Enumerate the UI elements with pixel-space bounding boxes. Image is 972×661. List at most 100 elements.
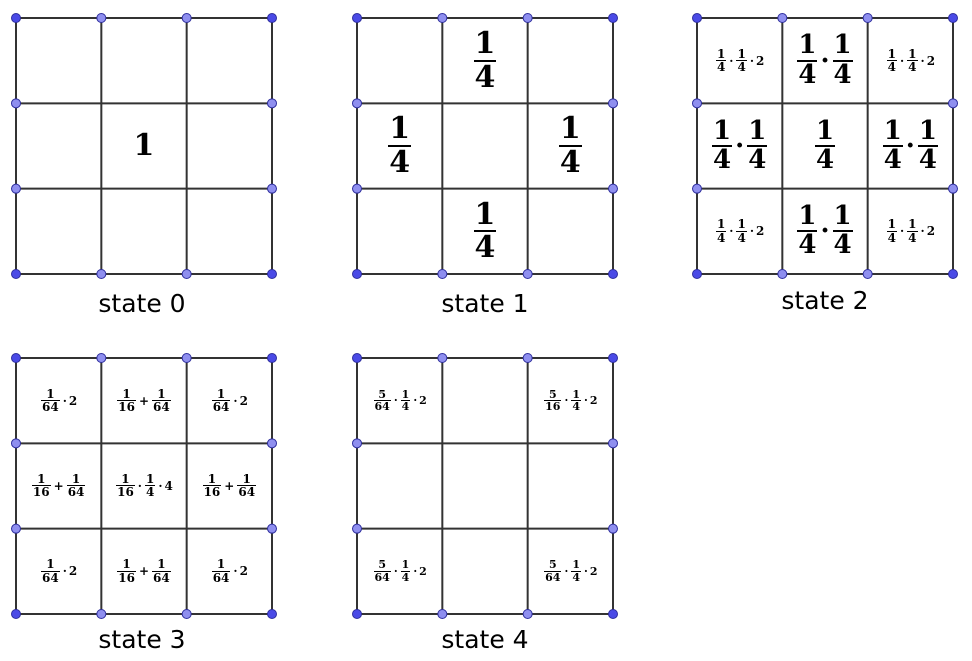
operator: · xyxy=(62,564,67,579)
cell-value: 1 xyxy=(101,103,186,188)
corner-vertex xyxy=(11,13,21,23)
denominator: 64 xyxy=(373,570,391,584)
edge-vertex xyxy=(181,13,192,23)
numerator: 1 xyxy=(815,115,835,146)
operator: · xyxy=(62,393,67,408)
state-caption: state 0 xyxy=(98,289,186,318)
cell-value: 1 4 · 1 4 · 2 xyxy=(697,189,782,274)
numerator: 1 xyxy=(559,111,581,147)
state-caption: state 3 xyxy=(98,625,186,654)
state-caption: state 1 xyxy=(441,289,529,318)
edge-vertex xyxy=(11,98,21,109)
numerator: 1 xyxy=(157,386,166,401)
denominator: 4 xyxy=(571,400,581,414)
state-panel-0: 1 xyxy=(11,13,277,279)
number: 2 xyxy=(419,394,427,408)
math-expression: 14 xyxy=(473,28,498,93)
fraction: 1 64 xyxy=(66,473,86,499)
operator: · xyxy=(564,564,569,578)
cell-value: 1 64 · 2 xyxy=(16,358,101,443)
denominator: 64 xyxy=(544,570,562,584)
denominator: 16 xyxy=(31,485,51,500)
math-expression: 5 64 · 1 4 · 2 xyxy=(373,559,427,583)
denominator: 4 xyxy=(558,144,582,180)
numerator: 1 xyxy=(474,26,496,62)
math-expression: 14 xyxy=(558,113,583,178)
math-expression: 1 4 · 1 4 · 2 xyxy=(715,218,764,244)
numerator: 1 xyxy=(122,557,131,572)
operator: · xyxy=(920,53,925,68)
operator: · xyxy=(920,224,925,239)
denominator: 4 xyxy=(736,230,747,245)
denominator: 4 xyxy=(814,144,836,175)
fraction: 14 xyxy=(736,46,747,74)
numerator: 1 xyxy=(713,115,732,146)
number: 2 xyxy=(589,394,598,408)
math-expression: 1 64 · 2 xyxy=(40,386,77,415)
fraction: 14 xyxy=(473,199,497,264)
numerator: 1 xyxy=(748,115,767,146)
fraction: 1 64 xyxy=(211,558,231,585)
numerator: 1 xyxy=(883,115,902,146)
numerator: 5 xyxy=(378,558,386,572)
fraction: 1 16 xyxy=(117,387,136,414)
math-expression: 1 xyxy=(134,128,155,163)
fraction: 14 xyxy=(571,559,581,583)
math-expression: 1 4 · 1 4 xyxy=(711,115,768,175)
state-panel-4: 5 64 · 1 4 · 2 5 16 · 1 4 · 2 5 64 · 1 4 · 2 5 64 · 1 4 · 2 xyxy=(352,353,618,619)
operator: · xyxy=(905,130,915,161)
fraction: 14 xyxy=(832,30,853,89)
math-expression: 1 4 · 1 4 xyxy=(882,115,939,175)
fraction: 14 xyxy=(832,202,853,261)
operator: · xyxy=(393,394,398,408)
fraction: 14 xyxy=(882,115,903,175)
math-expression: 5 16 · 1 4 · 2 xyxy=(543,389,597,413)
operator: · xyxy=(413,394,418,408)
denominator: 4 xyxy=(797,59,818,90)
operator: · xyxy=(749,53,755,68)
denominator: 16 xyxy=(544,400,562,414)
fraction: 14 xyxy=(473,26,497,95)
number: 4 xyxy=(164,478,173,493)
number: 2 xyxy=(419,564,427,578)
fraction: 1 64 xyxy=(152,558,171,584)
fraction: 1 64 xyxy=(41,558,60,584)
fraction: 14 xyxy=(797,202,818,261)
operator: + xyxy=(138,564,150,579)
cell-value: 1 16 · 1 4 · 4 xyxy=(101,443,186,528)
operator: · xyxy=(158,478,163,493)
denominator: 4 xyxy=(832,230,853,261)
cell-value: 1 64 · 2 xyxy=(187,358,272,443)
edge-vertex xyxy=(96,13,107,23)
number: 2 xyxy=(926,53,936,68)
numerator: 1 xyxy=(716,46,726,61)
fraction: 5 64 xyxy=(544,559,562,584)
corner-vertex xyxy=(267,269,277,279)
denominator: 4 xyxy=(797,230,818,261)
state-panel-1: 14141414 xyxy=(352,13,618,279)
operator: · xyxy=(583,394,588,408)
cell-value: 14 xyxy=(528,103,613,188)
corner-vertex xyxy=(608,269,618,279)
math-expression: 1 4 · 1 4 xyxy=(796,32,853,89)
numerator: 1 xyxy=(145,471,155,486)
operator: + xyxy=(224,478,235,493)
denominator: 64 xyxy=(211,400,231,415)
operator: · xyxy=(137,478,142,493)
fraction: 14 xyxy=(400,389,411,413)
denominator: 4 xyxy=(388,144,412,180)
numerator: 1 xyxy=(389,111,411,147)
cell-value: 1 4 · 1 4 xyxy=(868,103,953,188)
fraction: 14 xyxy=(886,47,897,74)
numerator: 1 xyxy=(46,386,55,401)
denominator: 64 xyxy=(41,400,60,415)
numerator: 1 xyxy=(833,30,852,61)
numerator: 1 xyxy=(918,115,937,146)
denominator: 4 xyxy=(473,59,497,95)
fraction: 14 xyxy=(747,115,768,175)
fraction: 14 xyxy=(917,115,938,175)
denominator: 64 xyxy=(211,570,231,585)
numerator: 1 xyxy=(737,46,746,61)
cell-value: 1 4 · 1 4 · 2 xyxy=(697,18,782,103)
edge-vertex xyxy=(267,183,277,194)
